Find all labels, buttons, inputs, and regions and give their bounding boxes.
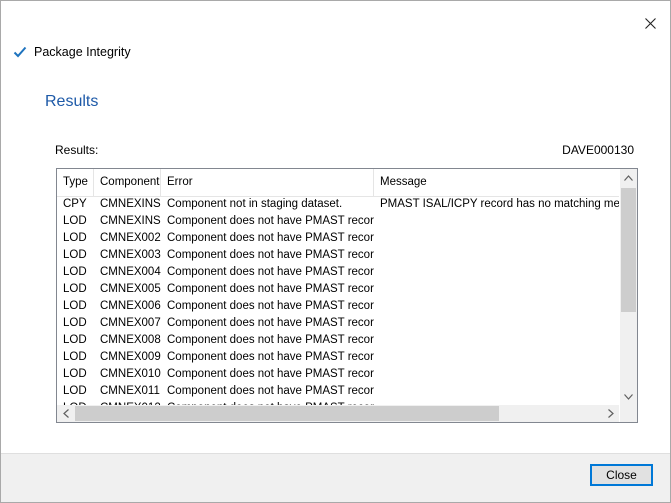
close-button[interactable]: Close (590, 464, 653, 486)
cell-error: Component does not have PMAST record. (167, 317, 374, 329)
cell-error: Component does not have PMAST record. (167, 300, 374, 312)
table-row[interactable]: LOD CMNEX011 Component does not have PMAST… (57, 383, 619, 400)
scroll-up-icon[interactable] (620, 169, 637, 186)
close-icon[interactable] (637, 11, 663, 35)
cell-component: CMNEXINS (100, 198, 161, 210)
column-header-message[interactable]: Message (374, 169, 619, 196)
cell-type: LOD (63, 215, 87, 227)
cell-error: Component does not have PMAST record. (167, 351, 374, 363)
cell-error: Component does not have PMAST record. (167, 334, 374, 346)
checkmark-icon (13, 45, 27, 59)
cell-error: Component does not have PMAST record. (167, 232, 374, 244)
cell-type: LOD (63, 351, 87, 363)
cell-type: LOD (63, 249, 87, 261)
table-row[interactable]: LOD CMNEX006 Component does not have PMAST… (57, 298, 619, 315)
table-row[interactable]: CPY CMNEXINS Component not in staging data… (57, 196, 619, 213)
package-integrity-dialog: Package Integrity Results Results: DAVE0… (0, 0, 671, 503)
scrollbar-corner (620, 405, 637, 422)
cell-message: PMAST ISAL/ICPY record has no matching m… (380, 198, 619, 210)
results-label: Results: (55, 143, 99, 157)
cell-component: CMNEX009 (100, 351, 161, 363)
cell-error: Component does not have PMAST record. (167, 368, 374, 380)
cell-error: Component does not have PMAST record. (167, 266, 374, 278)
scroll-left-icon[interactable] (57, 405, 74, 422)
cell-type: LOD (63, 266, 87, 278)
column-header-type[interactable]: Type (57, 169, 94, 196)
results-grid[interactable]: Type Component Error Message CPY CMNEXINS… (56, 168, 638, 423)
table-row[interactable]: LOD CMNEX005 Component does not have PMAST… (57, 281, 619, 298)
cell-component: CMNEX007 (100, 317, 161, 329)
cell-type: LOD (63, 334, 87, 346)
horizontal-scroll-thumb[interactable] (75, 406, 499, 421)
scroll-right-icon[interactable] (602, 405, 619, 422)
vertical-scrollbar[interactable] (620, 169, 637, 405)
cell-error: Component not in staging dataset. (167, 198, 343, 210)
scroll-down-icon[interactable] (620, 388, 637, 405)
table-row[interactable]: LOD CMNEX004 Component does not have PMAST… (57, 264, 619, 281)
cell-type: LOD (63, 317, 87, 329)
cell-type: LOD (63, 300, 87, 312)
cell-component: CMNEX005 (100, 283, 161, 295)
cell-type: CPY (63, 198, 87, 210)
cell-component: CMNEX011 (100, 385, 160, 397)
results-package-id: DAVE000130 (562, 143, 634, 157)
grid-header: Type Component Error Message (57, 169, 619, 197)
table-row[interactable]: LOD CMNEX003 Component does not have PMAST… (57, 247, 619, 264)
cell-component: CMNEX008 (100, 334, 161, 346)
cell-component: CMNEX006 (100, 300, 161, 312)
cell-type: LOD (63, 368, 87, 380)
cell-type: LOD (63, 283, 87, 295)
table-row[interactable]: LOD CMNEXINS Component does not have PMAST… (57, 213, 619, 230)
cell-type: LOD (63, 385, 87, 397)
cell-error: Component does not have PMAST record. (167, 283, 374, 295)
column-header-error[interactable]: Error (161, 169, 374, 196)
dialog-header: Package Integrity (13, 45, 131, 59)
cell-error: Component does not have PMAST record. (167, 249, 374, 261)
table-row[interactable]: LOD CMNEX007 Component does not have PMAST… (57, 315, 619, 332)
cell-error: Component does not have PMAST record. (167, 385, 374, 397)
cell-error: Component does not have PMAST record. (167, 215, 374, 227)
table-row[interactable]: LOD CMNEX008 Component does not have PMAST… (57, 332, 619, 349)
cell-type: LOD (63, 232, 87, 244)
dialog-footer: Close (1, 453, 670, 502)
horizontal-scrollbar[interactable] (57, 405, 619, 422)
table-row[interactable]: LOD CMNEX009 Component does not have PMAST… (57, 349, 619, 366)
vertical-scroll-thumb[interactable] (621, 188, 636, 312)
cell-component: CMNEX004 (100, 266, 161, 278)
column-header-component[interactable]: Component (94, 169, 161, 196)
table-row[interactable]: LOD CMNEX010 Component does not have PMAST… (57, 366, 619, 383)
section-title: Results (45, 93, 99, 110)
cell-component: CMNEX010 (100, 368, 161, 380)
cell-component: CMNEX002 (100, 232, 161, 244)
grid-rows: CPY CMNEXINS Component not in staging data… (57, 196, 619, 405)
cell-component: CMNEX003 (100, 249, 161, 261)
dialog-title: Package Integrity (34, 45, 131, 59)
table-row[interactable]: LOD CMNEX002 Component does not have PMAST… (57, 230, 619, 247)
cell-component: CMNEXINS (100, 215, 161, 227)
